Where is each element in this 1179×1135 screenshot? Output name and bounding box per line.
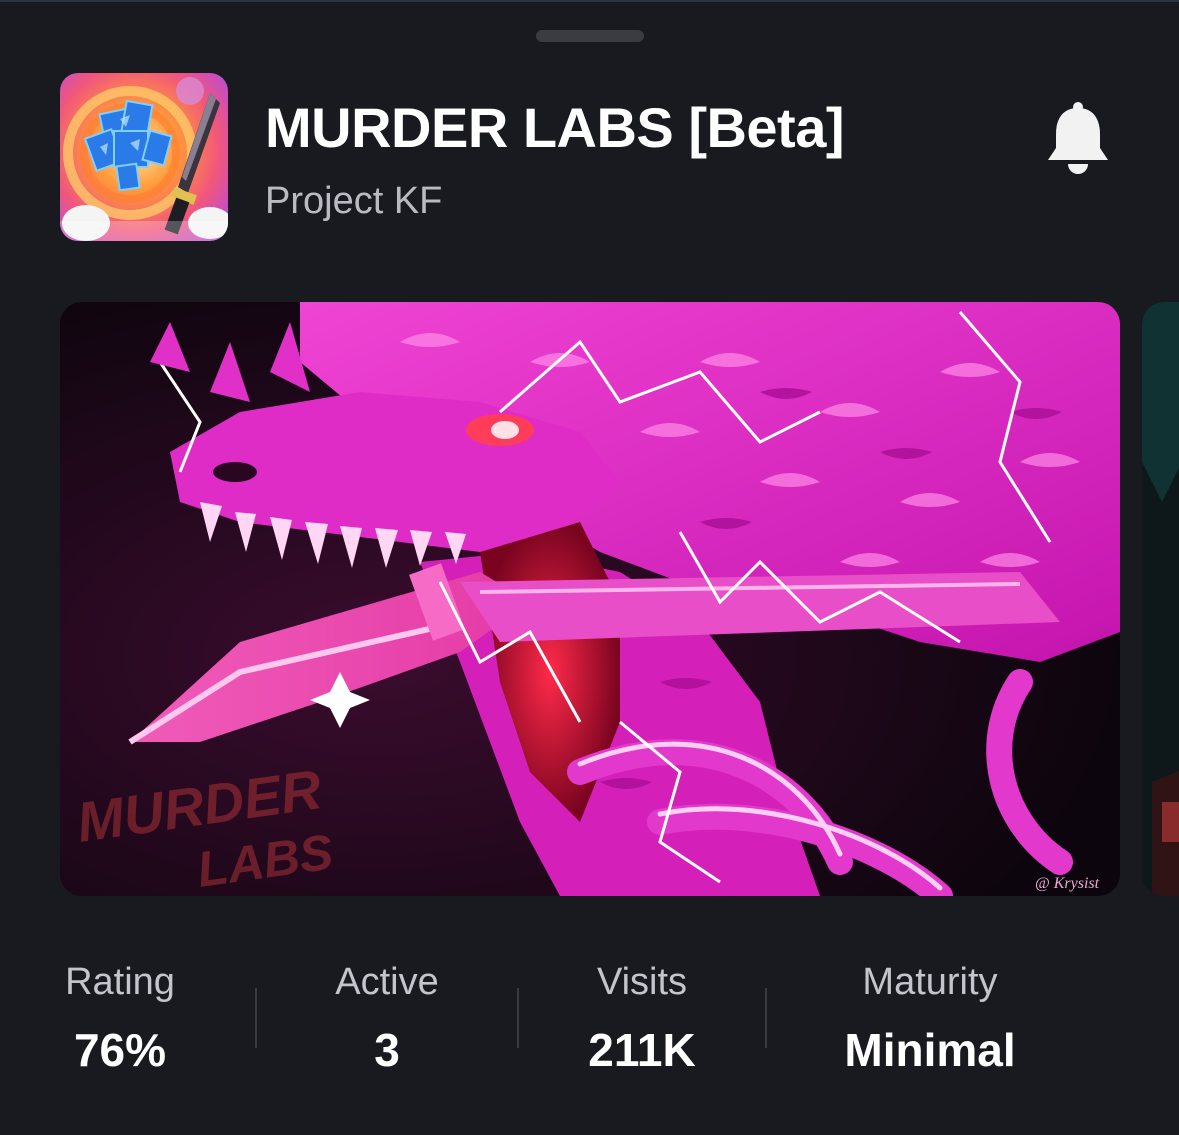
bell-icon: [1048, 102, 1108, 174]
game-icon[interactable]: [60, 73, 228, 241]
sheet-drag-handle[interactable]: [536, 30, 644, 42]
stat-rating: Rating 76%: [40, 958, 200, 1078]
stat-divider: [765, 988, 767, 1048]
stat-divider: [255, 988, 257, 1048]
stat-maturity-value: Minimal: [844, 1024, 1016, 1076]
next-thumbnail-peek[interactable]: [1142, 302, 1179, 896]
stat-rating-label: Rating: [65, 961, 175, 1003]
stat-divider: [517, 988, 519, 1048]
stat-visits-value: 211K: [588, 1024, 696, 1076]
stat-visits: Visits 211K: [562, 958, 722, 1078]
notify-button[interactable]: [1040, 100, 1116, 180]
stat-active-label: Active: [335, 961, 439, 1003]
game-title: MURDER LABS [Beta]: [265, 96, 845, 159]
game-thumbnail[interactable]: MURDER LABS @ Krysist: [60, 302, 1120, 896]
svg-text:@ Krysist: @ Krysist: [1035, 875, 1100, 892]
stat-maturity-label: Maturity: [862, 961, 998, 1003]
stat-active-value: 3: [374, 1024, 400, 1076]
stat-maturity: Maturity Minimal: [820, 958, 1040, 1078]
stat-active: Active 3: [307, 958, 467, 1078]
stat-visits-label: Visits: [596, 961, 688, 1003]
top-border: [0, 0, 1179, 2]
stat-rating-value: 76%: [73, 1024, 167, 1076]
creator-name[interactable]: Project KF: [265, 178, 442, 224]
